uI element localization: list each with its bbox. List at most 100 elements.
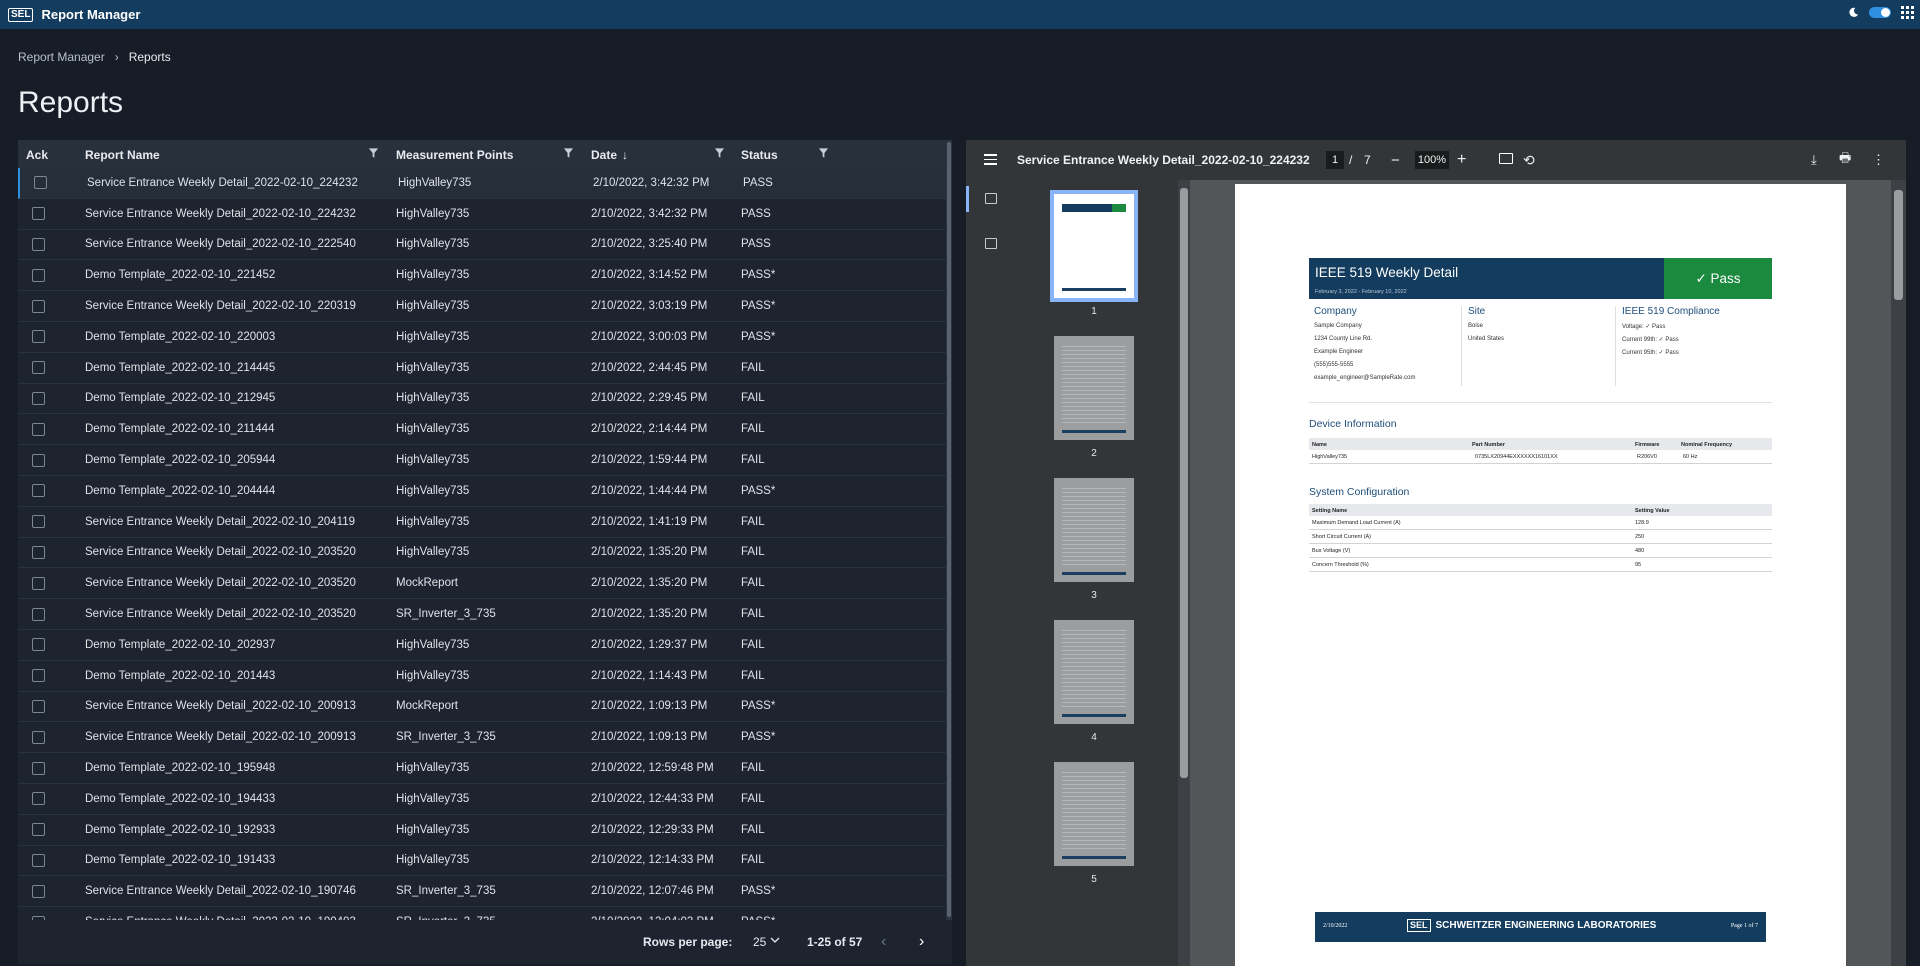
next-page-button[interactable]: › bbox=[919, 933, 924, 951]
ack-checkbox[interactable] bbox=[32, 453, 45, 467]
table-row[interactable]: Demo Template_2022-02-10_191433 HighValle… bbox=[18, 846, 946, 877]
table-row[interactable]: Demo Template_2022-02-10_202937 HighValle… bbox=[18, 630, 946, 661]
ack-checkbox[interactable] bbox=[32, 730, 45, 744]
col-report-name[interactable]: Report Name bbox=[85, 148, 160, 162]
page-thumbnail[interactable]: 3 bbox=[1054, 478, 1134, 601]
thumbnail-scrollbar[interactable] bbox=[1178, 180, 1190, 966]
table-row[interactable]: Service Entrance Weekly Detail_2022-02-1… bbox=[18, 599, 946, 630]
thumbnail-number: 5 bbox=[1091, 874, 1097, 885]
table-row[interactable]: Service Entrance Weekly Detail_2022-02-1… bbox=[18, 199, 946, 230]
table-row[interactable]: Service Entrance Weekly Detail_2022-02-1… bbox=[18, 168, 946, 199]
menu-icon[interactable] bbox=[984, 154, 997, 168]
ack-checkbox[interactable] bbox=[32, 207, 45, 221]
ack-checkbox[interactable] bbox=[32, 576, 45, 590]
filter-icon[interactable] bbox=[368, 147, 379, 159]
ack-checkbox[interactable] bbox=[32, 669, 45, 683]
chevron-down-icon[interactable] bbox=[770, 936, 780, 944]
table-row[interactable]: Demo Template_2022-02-10_214445 HighValle… bbox=[18, 353, 946, 384]
table-row[interactable]: Service Entrance Weekly Detail_2022-02-1… bbox=[18, 291, 946, 322]
ack-checkbox[interactable] bbox=[32, 361, 45, 375]
print-icon[interactable]: 🖶 bbox=[1839, 149, 1851, 171]
table-row[interactable]: Service Entrance Weekly Detail_2022-02-1… bbox=[18, 907, 946, 920]
ack-checkbox[interactable] bbox=[32, 391, 45, 405]
zoom-input[interactable]: 100% bbox=[1415, 151, 1449, 169]
date-cell: 2/10/2022, 1:14:43 PM bbox=[591, 669, 708, 682]
app-launcher-icon[interactable] bbox=[1901, 6, 1914, 19]
filter-icon[interactable] bbox=[563, 147, 574, 159]
zoom-in-button[interactable]: + bbox=[1457, 151, 1466, 169]
ack-checkbox[interactable] bbox=[32, 237, 45, 251]
ack-checkbox[interactable] bbox=[34, 176, 47, 190]
ack-checkbox[interactable] bbox=[32, 545, 45, 559]
breadcrumb-root[interactable]: Report Manager bbox=[18, 50, 105, 64]
arrow-down-icon[interactable]: ↓ bbox=[622, 148, 628, 162]
table-row[interactable]: Demo Template_2022-02-10_205944 HighValle… bbox=[18, 445, 946, 476]
ack-checkbox[interactable] bbox=[32, 884, 45, 898]
table-row[interactable]: Demo Template_2022-02-10_212945 HighValle… bbox=[18, 384, 946, 415]
rotate-icon[interactable]: ⟲ bbox=[1523, 152, 1535, 169]
measurement-point-cell: HighValley735 bbox=[398, 176, 472, 189]
date-cell: 2/10/2022, 1:35:20 PM bbox=[591, 608, 708, 621]
table-row[interactable]: Service Entrance Weekly Detail_2022-02-1… bbox=[18, 230, 946, 261]
page-thumbnail[interactable]: 1 bbox=[1050, 190, 1138, 317]
col-measurement-points[interactable]: Measurement Points bbox=[396, 148, 513, 162]
table-row[interactable]: Demo Template_2022-02-10_192933 HighValle… bbox=[18, 815, 946, 846]
rows-per-page-select[interactable]: 25 bbox=[753, 935, 766, 949]
ack-checkbox[interactable] bbox=[32, 607, 45, 621]
col-status[interactable]: Status bbox=[741, 148, 778, 162]
table-row[interactable]: Service Entrance Weekly Detail_2022-02-1… bbox=[18, 568, 946, 600]
ack-checkbox[interactable] bbox=[32, 484, 45, 498]
table-row[interactable]: Service Entrance Weekly Detail_2022-02-1… bbox=[18, 692, 946, 723]
date-cell: 2/10/2022, 3:25:40 PM bbox=[591, 238, 708, 251]
table-row[interactable]: Service Entrance Weekly Detail_2022-02-1… bbox=[18, 876, 946, 908]
site-heading: Site bbox=[1468, 306, 1486, 317]
table-row[interactable]: Demo Template_2022-02-10_195948 HighValle… bbox=[18, 753, 946, 784]
ack-checkbox[interactable] bbox=[32, 792, 45, 806]
page-thumbnail[interactable]: 5 bbox=[1054, 762, 1134, 885]
zoom-out-button[interactable]: − bbox=[1391, 152, 1400, 169]
ack-checkbox[interactable] bbox=[32, 268, 45, 282]
table-row[interactable]: Service Entrance Weekly Detail_2022-02-1… bbox=[18, 538, 946, 569]
table-row[interactable]: Demo Template_2022-02-10_194433 HighValle… bbox=[18, 784, 946, 815]
table-row[interactable]: Demo Template_2022-02-10_201443 HighValle… bbox=[18, 661, 946, 692]
status-cell: FAIL bbox=[741, 792, 765, 805]
ack-checkbox[interactable] bbox=[32, 515, 45, 529]
col-date[interactable]: Date bbox=[591, 148, 617, 162]
theme-toggle[interactable] bbox=[1869, 7, 1891, 18]
date-cell: 2/10/2022, 2:29:45 PM bbox=[591, 392, 708, 405]
ack-checkbox[interactable] bbox=[32, 299, 45, 313]
filter-icon[interactable] bbox=[714, 147, 725, 159]
table-row[interactable]: Demo Template_2022-02-10_204444 HighValle… bbox=[18, 476, 946, 507]
ack-checkbox[interactable] bbox=[32, 853, 45, 867]
prev-page-button[interactable]: ‹ bbox=[881, 933, 886, 951]
system-config-table: Setting Name Setting Value Maximum Deman… bbox=[1309, 504, 1772, 572]
status-cell: FAIL bbox=[741, 854, 765, 867]
date-cell: 2/10/2022, 3:03:19 PM bbox=[591, 300, 708, 313]
ack-checkbox[interactable] bbox=[32, 699, 45, 713]
table-scrollbar[interactable] bbox=[946, 140, 952, 920]
fit-page-icon[interactable] bbox=[1499, 153, 1513, 164]
ack-checkbox[interactable] bbox=[32, 422, 45, 436]
table-row[interactable]: Demo Template_2022-02-10_211444 HighValle… bbox=[18, 414, 946, 446]
ack-checkbox[interactable] bbox=[32, 330, 45, 344]
measurement-point-cell: HighValley735 bbox=[396, 361, 470, 374]
download-icon[interactable]: ⤓ bbox=[1811, 152, 1817, 168]
document-scrollbar[interactable] bbox=[1891, 180, 1906, 966]
moon-icon[interactable] bbox=[1848, 7, 1859, 18]
ack-checkbox[interactable] bbox=[32, 638, 45, 652]
status-cell: FAIL bbox=[741, 546, 765, 559]
more-options-icon[interactable]: ⋮ bbox=[1872, 152, 1885, 168]
table-row[interactable]: Demo Template_2022-02-10_220003 HighValle… bbox=[18, 322, 946, 353]
table-row[interactable]: Demo Template_2022-02-10_221452 HighValle… bbox=[18, 260, 946, 292]
table-row[interactable]: Service Entrance Weekly Detail_2022-02-1… bbox=[18, 507, 946, 538]
page-number-input[interactable]: 1 bbox=[1326, 151, 1344, 169]
page-thumbnail[interactable]: 4 bbox=[1054, 620, 1134, 743]
ack-checkbox[interactable] bbox=[32, 761, 45, 775]
ack-checkbox[interactable] bbox=[32, 823, 45, 837]
page-thumbnail[interactable]: 2 bbox=[1054, 336, 1134, 459]
footer-page: Page 1 of 7 bbox=[1730, 923, 1758, 929]
filter-icon[interactable] bbox=[818, 147, 829, 159]
table-row[interactable]: Service Entrance Weekly Detail_2022-02-1… bbox=[18, 722, 946, 754]
date-cell: 2/10/2022, 1:44:44 PM bbox=[591, 484, 708, 497]
device-cell: 0735LX20944EXXXXXX16101XX bbox=[1475, 454, 1558, 460]
